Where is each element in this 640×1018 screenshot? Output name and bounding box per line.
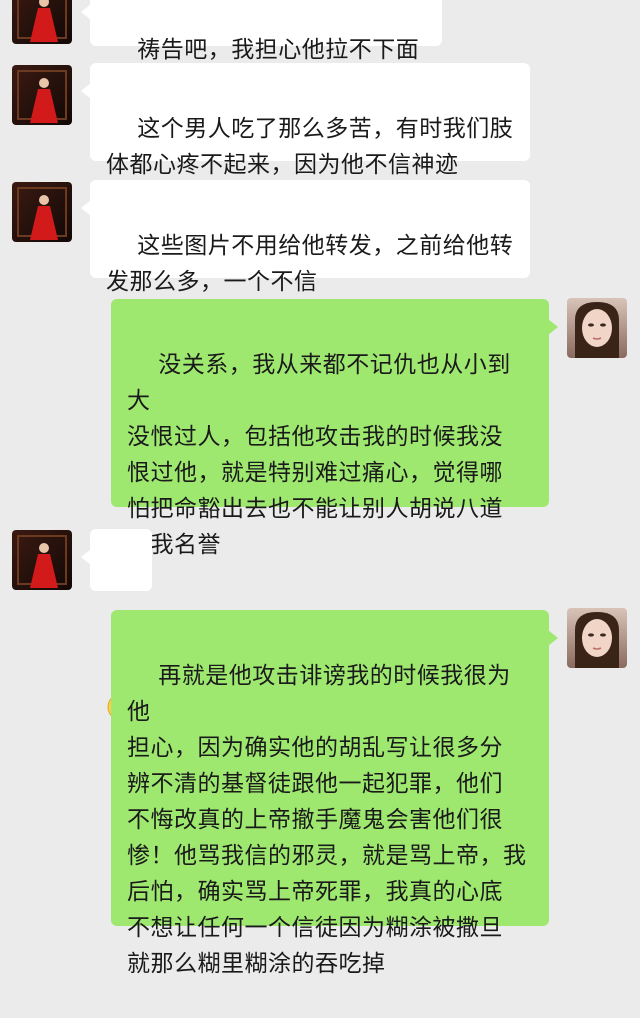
user-avatar[interactable] [567, 608, 627, 668]
message-text: 没关系，我从来都不记仇也从小到大 没恨过人，包括他攻击我的时候我没 恨过他，就是… [127, 352, 511, 558]
user-avatar[interactable] [567, 298, 627, 358]
message-bubble[interactable]: 没关系，我从来都不记仇也从小到大 没恨过人，包括他攻击我的时候我没 恨过他，就是… [111, 299, 558, 558]
message-bubble[interactable]: 祷告吧，我担心他拉不下面子 [81, 0, 442, 99]
message-bubble[interactable] [81, 529, 152, 720]
contact-avatar[interactable] [12, 182, 72, 242]
message-bubble[interactable]: 再就是他攻击诽谤我的时候我很为他 担心，因为确实他的胡乱写让很多分 辨不清的基督… [111, 610, 558, 977]
message-bubble[interactable]: 这个男人吃了那么多苦，有时我们肢 体都心疼不起来，因为他不信神迹 [81, 63, 530, 178]
contact-avatar[interactable] [12, 530, 72, 590]
contact-avatar[interactable] [12, 0, 72, 44]
message-text: 这个男人吃了那么多苦，有时我们肢 体都心疼不起来，因为他不信神迹 [106, 116, 514, 178]
message-text: 这些图片不用给他转发，之前给他转 发那么多，一个不信 [106, 233, 514, 295]
contact-avatar[interactable] [12, 65, 72, 125]
message-bubble[interactable]: 这些图片不用给他转发，之前给他转 发那么多，一个不信 [81, 180, 530, 295]
message-text: 再就是他攻击诽谤我的时候我很为他 担心，因为确实他的胡乱写让很多分 辨不清的基督… [127, 663, 527, 977]
